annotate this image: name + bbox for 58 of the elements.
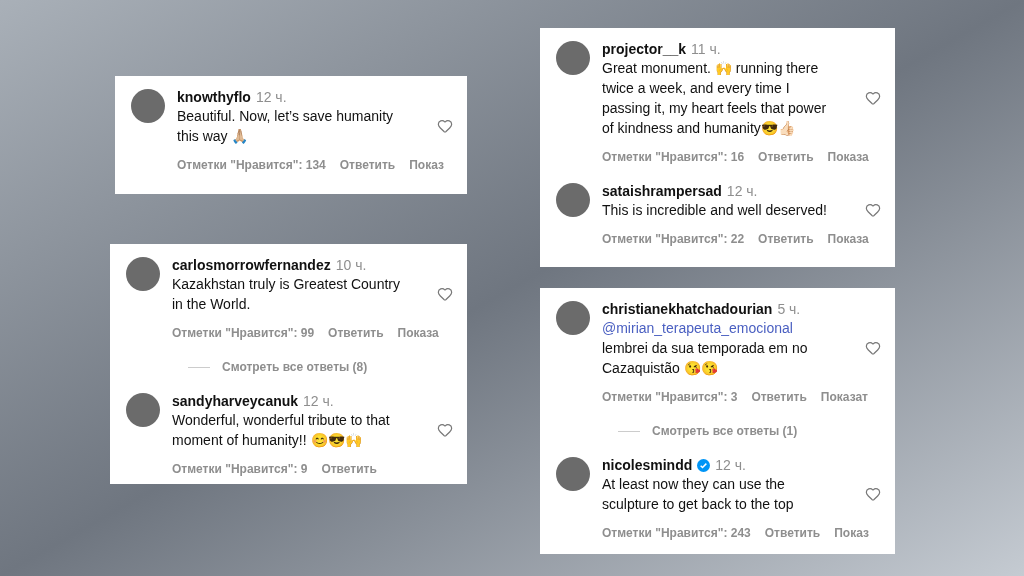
avatar[interactable]: [556, 301, 590, 335]
like-heart-icon[interactable]: [437, 286, 453, 302]
action-link[interactable]: Показ: [409, 156, 444, 174]
comment-time: 12 ч.: [715, 456, 746, 474]
comment-text: lembrei da sua temporada em no Cazaquistão 😘😘: [602, 339, 809, 378]
comment-text: Beautiful. Now, let’s save humanity this way 🙏🏼: [177, 107, 395, 146]
comment-time: 10 ч.: [335, 256, 367, 274]
username[interactable]: carlosmorrowfernandez: [172, 256, 331, 274]
avatar[interactable]: [131, 89, 165, 123]
action-link[interactable]: Ответить: [751, 388, 807, 406]
like-heart-icon[interactable]: [437, 118, 453, 134]
comment-text: This is incredible and well deserved!: [602, 201, 828, 220]
action-link[interactable]: Показа: [397, 324, 439, 342]
username[interactable]: sandyharveycanuk: [172, 392, 299, 410]
like-count: Отметки "Нравится": 134: [177, 157, 326, 174]
action-link[interactable]: Показат: [820, 388, 868, 406]
action-link[interactable]: Ответить: [321, 460, 377, 478]
comment-text: Wonderful, wonderful tribute to that moment of humanity!! 😊😎🙌: [172, 411, 391, 450]
username[interactable]: christianekhatchadourian: [602, 300, 773, 318]
like-count: Отметки "Нравится": 243: [602, 525, 751, 542]
action-link[interactable]: Показа: [827, 148, 869, 166]
action-link[interactable]: Показ: [834, 524, 869, 542]
comment-text: Kazakhstan truly is Greatest Country in the World.: [172, 275, 401, 314]
like-count: Отметки "Нравится": 99: [172, 325, 315, 342]
comment-time: 12 ч.: [726, 182, 758, 200]
like-heart-icon[interactable]: [865, 202, 881, 218]
action-link[interactable]: Ответить: [758, 148, 814, 166]
avatar[interactable]: [126, 257, 160, 291]
username[interactable]: nicolesmindd: [602, 456, 693, 474]
username[interactable]: sataishrampersad: [602, 182, 722, 200]
avatar[interactable]: [556, 183, 590, 217]
like-heart-icon[interactable]: [865, 486, 881, 502]
comment-text: Great monument. 🙌 running there twice a week, and every time I passing it, my heart feels that power of kindness and humanity😎👍🏻: [602, 59, 828, 138]
like-heart-icon[interactable]: [865, 340, 881, 356]
comment-time: 12 ч.: [255, 88, 287, 106]
action-link[interactable]: Ответить: [758, 230, 814, 248]
comment-text: At least now they can use the sculpture to get back to the top: [602, 475, 795, 514]
comment-time: 5 ч.: [777, 300, 801, 318]
like-heart-icon[interactable]: [865, 90, 881, 106]
like-count: Отметки "Нравится": 9: [172, 461, 308, 478]
mention-link[interactable]: @mirian_terapeuta_emocional: [602, 318, 838, 338]
avatar[interactable]: [126, 393, 160, 427]
like-heart-icon[interactable]: [437, 422, 453, 438]
avatar[interactable]: [556, 41, 590, 75]
action-link[interactable]: Ответить: [339, 156, 396, 174]
comment-time: 11 ч.: [691, 40, 721, 58]
avatar[interactable]: [556, 457, 590, 491]
action-link[interactable]: Ответить: [328, 324, 384, 342]
view-replies-link[interactable]: Смотреть все ответы (8): [222, 358, 368, 376]
username[interactable]: knowthyflo: [177, 88, 251, 106]
username[interactable]: projector__k: [602, 40, 687, 58]
action-link[interactable]: Показа: [827, 230, 869, 248]
like-count: Отметки "Нравится": 16: [602, 149, 745, 166]
like-count: Отметки "Нравится": 22: [602, 231, 745, 248]
like-count: Отметки "Нравится": 3: [602, 389, 738, 406]
comment-time: 12 ч.: [303, 392, 334, 410]
action-link[interactable]: Ответить: [764, 524, 821, 542]
view-replies-link[interactable]: Смотреть все ответы (1): [652, 422, 798, 440]
